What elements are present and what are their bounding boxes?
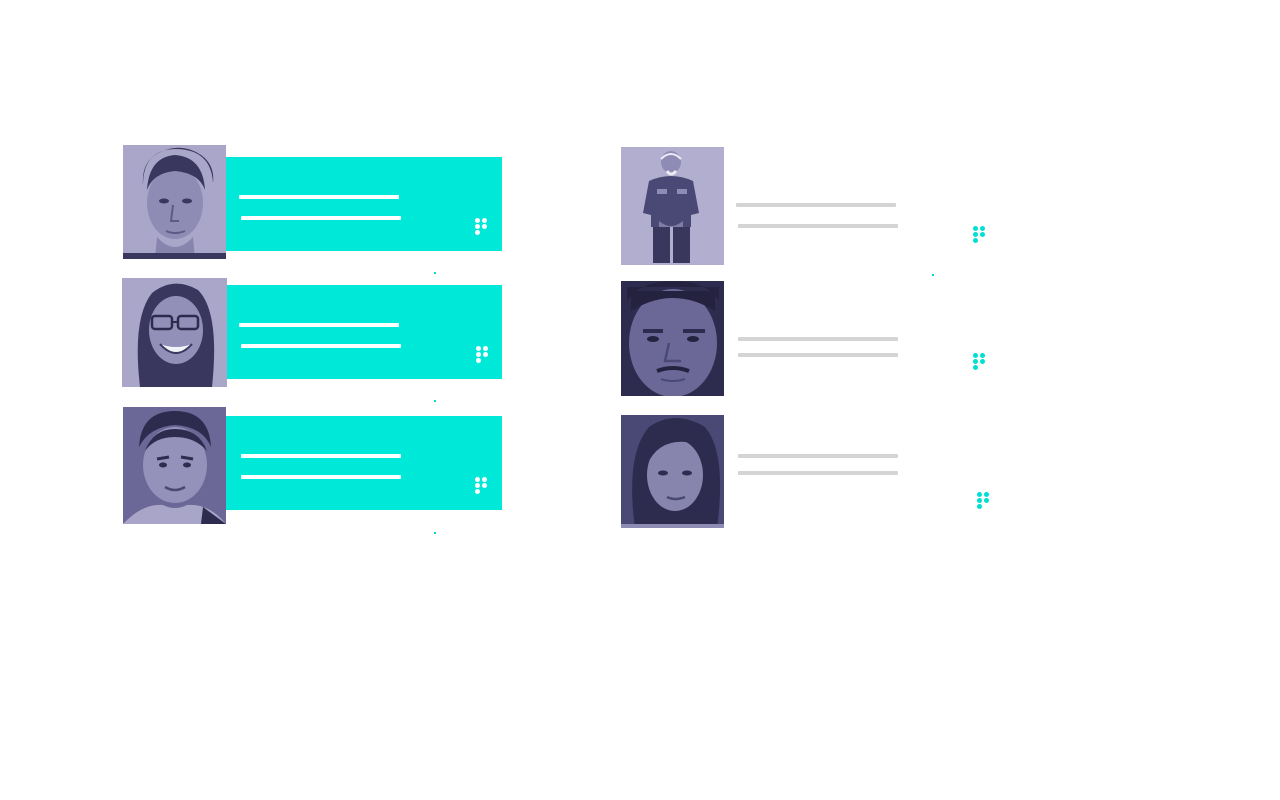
- profile-card[interactable]: [621, 281, 1001, 399]
- title-line: [738, 454, 898, 458]
- info-panel: [724, 160, 1000, 254]
- avatar: [621, 415, 724, 528]
- portrait-woman-dark-hair-image: [621, 415, 724, 528]
- info-panel: [724, 289, 1000, 383]
- marker-dot: [932, 274, 934, 276]
- drag-handle-icon[interactable]: [475, 218, 487, 236]
- subtitle-line: [738, 224, 898, 228]
- avatar: [621, 281, 724, 396]
- portrait-young-man-image: [123, 145, 226, 259]
- title-line: [239, 323, 399, 327]
- profile-card[interactable]: [123, 145, 502, 275]
- canvas: [0, 0, 1280, 800]
- profile-card[interactable]: [621, 415, 1001, 533]
- drag-handle-icon[interactable]: [476, 346, 488, 364]
- marker-dot: [434, 400, 436, 402]
- subtitle-line: [241, 216, 401, 220]
- subtitle-line: [738, 471, 898, 475]
- drag-handle-icon[interactable]: [973, 226, 985, 244]
- info-panel: [724, 423, 1000, 517]
- subtitle-line: [738, 353, 898, 357]
- drag-handle-icon[interactable]: [475, 477, 487, 495]
- portrait-man-closeup-image: [621, 281, 724, 396]
- portrait-older-man-standing-image: [621, 147, 724, 265]
- marker-dot: [434, 532, 436, 534]
- avatar: [123, 407, 226, 524]
- subtitle-line: [241, 344, 401, 348]
- title-line: [736, 203, 896, 207]
- drag-handle-icon[interactable]: [977, 492, 989, 510]
- drag-handle-icon[interactable]: [973, 353, 985, 371]
- avatar: [621, 147, 724, 265]
- profile-card[interactable]: [123, 407, 502, 535]
- avatar: [123, 145, 226, 259]
- portrait-woman-glasses-image: [122, 278, 227, 387]
- profile-card[interactable]: [122, 278, 502, 404]
- marker-dot: [434, 272, 436, 274]
- info-panel: [226, 416, 502, 510]
- subtitle-line: [241, 475, 401, 479]
- title-line: [738, 337, 898, 341]
- title-line: [239, 195, 399, 199]
- info-panel: [226, 157, 502, 251]
- title-line: [241, 454, 401, 458]
- info-panel: [227, 285, 502, 379]
- profile-card[interactable]: [621, 147, 1001, 279]
- portrait-man-smiling-image: [123, 407, 226, 524]
- avatar: [122, 278, 227, 387]
